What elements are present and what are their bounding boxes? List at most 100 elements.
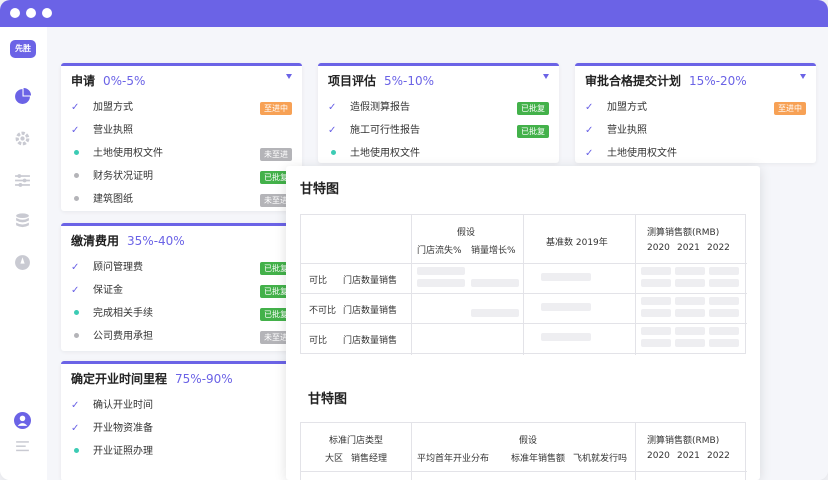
check-icon: ✓ (71, 285, 80, 296)
task-label: 建筑图纸 (93, 194, 133, 205)
header-assume: 假设 (519, 436, 538, 446)
task-row[interactable]: 土地使用权文件 (328, 146, 549, 162)
stage-percent: 35%-40% (127, 234, 185, 248)
task-label: 营业执照 (93, 125, 133, 136)
task-row[interactable]: 土地使用权文件 未至进 (71, 146, 292, 162)
task-row[interactable]: ✓ 营业执照 (71, 123, 292, 139)
stage-name: 缴清费用 (71, 234, 120, 248)
stage-percent: 75%-90% (175, 372, 233, 386)
task-row[interactable]: ✓ 保证金 已批复 (71, 283, 292, 299)
database-icon[interactable] (14, 212, 31, 229)
task-row[interactable]: 开业证照办理 (71, 444, 292, 460)
header-year: 2020 (647, 243, 670, 253)
chevron-down-icon[interactable] (543, 74, 549, 79)
header-std-sales: 标准年销售额 (511, 454, 566, 464)
task-label: 营业执照 (607, 125, 647, 136)
stage-card[interactable]: 项目评估 5%-10% ✓ 造假测算报告 已批复 ✓ 施工可行性报告 已批复土地使用权文件 (318, 63, 559, 163)
stage-card[interactable]: 确定开业时间里程 75%-90% ✓ 确认开业时间 ✓ 开业物资准备 开业证照办理 (61, 361, 302, 480)
task-row[interactable]: 建筑图纸 未至进 (71, 192, 292, 208)
status-dot-icon (331, 150, 336, 155)
header-store-loss: 门店流失% (417, 246, 462, 256)
window-dot[interactable] (42, 8, 52, 18)
task-label: 土地使用权文件 (350, 148, 420, 159)
check-icon: ✓ (585, 102, 594, 113)
header-assume: 假设 (457, 228, 476, 238)
task-row[interactable]: ✓ 施工可行性报告 已批复 (328, 123, 549, 139)
check-icon: ✓ (328, 102, 337, 113)
header-year: 2021 (677, 451, 700, 461)
stage-name: 申请 (71, 74, 96, 88)
task-label: 顾问管理费 (93, 262, 143, 273)
status-dot-icon (74, 173, 79, 178)
chevron-down-icon[interactable] (286, 74, 292, 79)
task-row[interactable]: ✓ 营业执照 (585, 123, 806, 139)
task-row[interactable]: ✓ 加盟方式 至进中 (71, 100, 292, 116)
stage-name: 确定开业时间里程 (71, 372, 168, 386)
stage-card[interactable]: 申请 0%-5% ✓ 加盟方式 至进中 ✓ 营业执照 土地使用权文件 未至进 财务状况证明 已批复建… (61, 63, 302, 211)
status-dot-icon (74, 310, 79, 315)
task-label: 开业证照办理 (93, 446, 153, 457)
row-label: 门店数量销售 (343, 306, 398, 316)
header-avg-opening: 平均首年开业分布 (417, 454, 490, 464)
window-dot[interactable] (26, 8, 36, 18)
gantt-table: 假设 门店流失% 销量增长% 基准数 2019年 测算销售额(RMB) 2020… (300, 214, 747, 355)
compass-icon[interactable] (14, 254, 31, 271)
task-label: 确认开业时间 (93, 400, 153, 411)
task-label: 开业物资准备 (93, 423, 153, 434)
header-region: 大区 (325, 454, 344, 464)
check-icon: ✓ (71, 400, 80, 411)
status-badge: 已批复 (517, 125, 549, 138)
header-year: 2021 (677, 243, 700, 253)
task-row[interactable]: 财务状况证明 已批复 (71, 169, 292, 185)
app-window: 先胜 申请 0%-5% ✓ 加盟方式 至进中 ✓ 营业执照 土地使用权文件 未至进 财务状况证明已… (0, 0, 828, 480)
check-icon: ✓ (71, 125, 80, 136)
header-forecast: 测算销售额(RMB) (647, 436, 720, 446)
task-row[interactable]: ✓ 确认开业时间 (71, 398, 292, 414)
header-forecast: 测算销售额(RMB) (647, 228, 720, 238)
user-icon[interactable] (14, 412, 31, 429)
stage-title: 项目评估 5%-10% (328, 72, 434, 89)
status-dot-icon (74, 150, 79, 155)
header-year: 2020 (647, 451, 670, 461)
title-bar (0, 0, 828, 27)
gantt-title-2: 甘特图 (308, 392, 348, 407)
gear-icon[interactable] (14, 130, 31, 147)
task-row[interactable]: ✓ 开业物资准备 (71, 421, 292, 437)
gantt-table-2: 标准门店类型 大区 销售经理 假设 平均首年开业分布 标准年销售额 飞机就发行吗… (300, 422, 747, 480)
stage-title: 确定开业时间里程 75%-90% (71, 370, 233, 387)
stage-title: 缴清费用 35%-40% (71, 232, 185, 249)
task-row[interactable]: ✓ 顾问管理费 已批复 (71, 260, 292, 276)
stage-card[interactable]: 审批合格提交计划 15%-20% ✓ 加盟方式 至进中 ✓ 营业执照 ✓ 土地使用权文件 (575, 63, 816, 163)
task-row[interactable]: ✓ 造假测算报告 已批复 (328, 100, 549, 116)
status-badge: 至进中 (774, 102, 806, 115)
header-sales-growth: 销量增长% (471, 246, 516, 256)
task-row[interactable]: 完成相关手续 已批复 (71, 306, 292, 322)
chevron-down-icon[interactable] (800, 74, 806, 79)
task-row[interactable]: 公司费用承担 未至进 (71, 329, 292, 345)
status-badge: 未至进 (260, 148, 292, 161)
app-logo: 先胜 (10, 40, 36, 58)
task-row[interactable]: ✓ 土地使用权文件 (585, 146, 806, 162)
task-label: 公司费用承担 (93, 331, 153, 342)
task-row[interactable]: ✓ 加盟方式 至进中 (585, 100, 806, 116)
task-label: 施工可行性报告 (350, 125, 420, 136)
task-label: 保证金 (93, 285, 123, 296)
status-dot-icon (74, 333, 79, 338)
stage-title: 审批合格提交计划 15%-20% (585, 72, 747, 89)
status-dot-icon (74, 448, 79, 453)
header-sales-manager: 销售经理 (351, 454, 388, 464)
header-base: 基准数 2019年 (546, 238, 608, 248)
sliders-icon[interactable] (14, 172, 31, 189)
pie-chart-icon[interactable] (14, 88, 31, 105)
row-tag: 可比 (309, 336, 328, 346)
window-dot[interactable] (10, 8, 20, 18)
list-icon[interactable] (14, 438, 31, 455)
row-label: 门店数量销售 (343, 336, 398, 346)
header-store-type: 标准门店类型 (329, 436, 384, 446)
status-dot-icon (74, 196, 79, 201)
stage-name: 项目评估 (328, 74, 377, 88)
stage-percent: 5%-10% (384, 74, 435, 88)
header-year: 2022 (707, 243, 730, 253)
row-tag: 可比 (309, 276, 328, 286)
stage-card[interactable]: 缴清费用 35%-40% ✓ 顾问管理费 已批复 ✓ 保证金 已批复 完成相关手续 已批复 公司费用… (61, 223, 302, 351)
